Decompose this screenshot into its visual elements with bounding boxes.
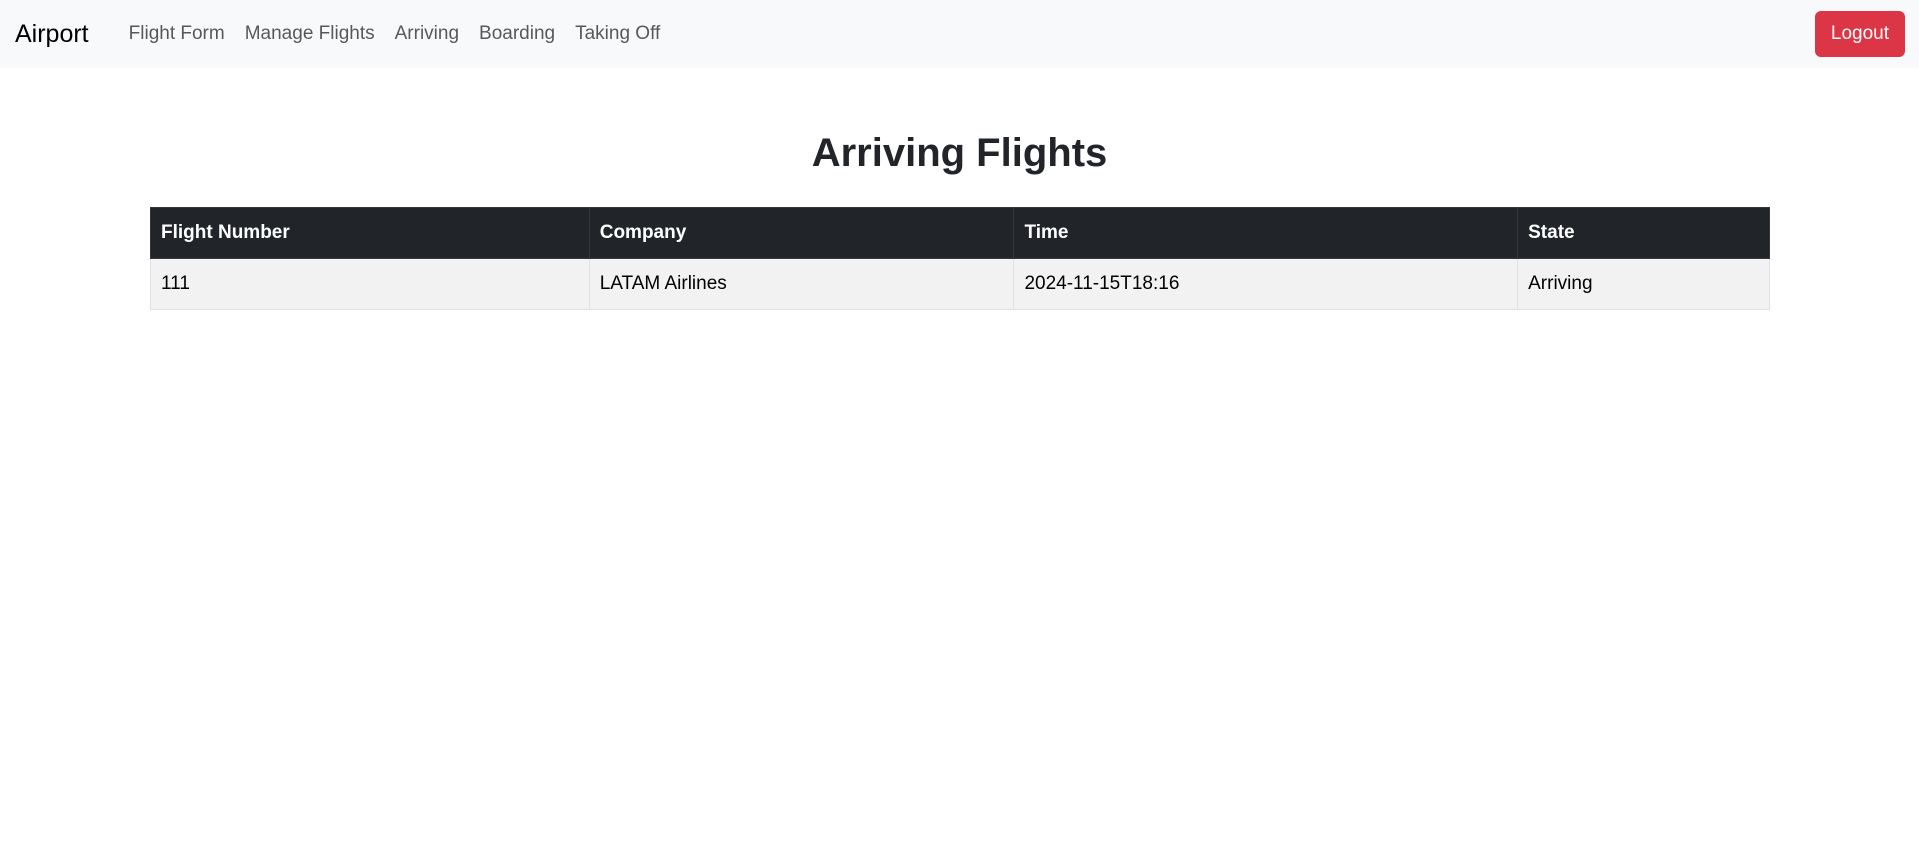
page-title: Arriving Flights: [811, 131, 1108, 175]
top-navbar: Airport Flight Form Manage Flights Arriv…: [0, 0, 1919, 68]
cell-time: 2024-11-15T18:16: [1013, 258, 1519, 310]
logout-button[interactable]: Logout: [1814, 11, 1905, 57]
nav-link-taking-off[interactable]: Taking Off: [565, 0, 670, 68]
column-header-company: Company: [588, 207, 1015, 259]
nav-link-boarding[interactable]: Boarding: [469, 0, 565, 68]
cell-company: LATAM Airlines: [588, 258, 1015, 310]
nav-link-manage-flights[interactable]: Manage Flights: [235, 0, 385, 68]
brand-link[interactable]: Airport: [15, 20, 89, 49]
column-header-time: Time: [1013, 207, 1519, 259]
table-body: 111 LATAM Airlines 2024-11-15T18:16 Arri…: [150, 258, 1770, 310]
table-header-row: Flight Number Company Time State: [150, 207, 1770, 259]
nav-link-flight-form[interactable]: Flight Form: [119, 0, 235, 68]
nav-link-arriving[interactable]: Arriving: [385, 0, 469, 68]
table-row: 111 LATAM Airlines 2024-11-15T18:16 Arri…: [150, 258, 1770, 310]
table-header: Flight Number Company Time State: [150, 207, 1770, 259]
column-header-state: State: [1517, 207, 1770, 259]
arriving-flights-table: Flight Number Company Time State 111 LAT…: [150, 207, 1770, 310]
main-content: Arriving Flights Flight Number Company T…: [0, 130, 1919, 310]
flights-table-container: Flight Number Company Time State 111 LAT…: [150, 207, 1770, 310]
cell-flight-number: 111: [150, 258, 590, 310]
cell-state: Arriving: [1517, 258, 1770, 310]
column-header-flight-number: Flight Number: [150, 207, 590, 259]
nav-links: Flight Form Manage Flights Arriving Boar…: [119, 0, 671, 68]
